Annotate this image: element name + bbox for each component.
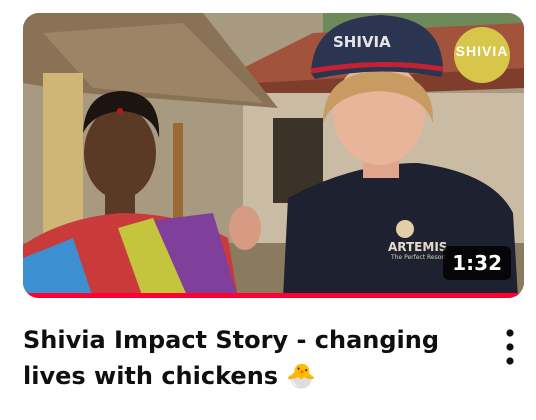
channel-watermark-logo: SHIVIA — [454, 27, 510, 83]
chick-emoji-icon: 🐣 — [286, 362, 317, 390]
duration-badge: 1:32 — [443, 246, 511, 280]
shirt-logo-text: ARTEMIS — [388, 240, 447, 254]
video-thumbnail[interactable]: SHIVIA ARTEMIS The Perfect Resort SHIVIA… — [23, 13, 524, 298]
cap-text: SHIVIA — [333, 33, 391, 51]
video-card: SHIVIA ARTEMIS The Perfect Resort SHIVIA… — [0, 0, 536, 420]
watch-progress-bar — [23, 293, 524, 298]
video-title-text: Shivia Impact Story - changing lives wit… — [23, 326, 440, 390]
watch-progress-fill — [23, 293, 524, 298]
logo-text: SHIVIA — [455, 43, 509, 59]
shirt-logo-tagline: The Perfect Resort — [390, 254, 447, 261]
logo-tagline — [481, 60, 482, 66]
more-vert-icon — [506, 329, 514, 365]
more-actions-button[interactable] — [496, 327, 524, 367]
video-title[interactable]: Shivia Impact Story - changing lives wit… — [23, 322, 485, 394]
